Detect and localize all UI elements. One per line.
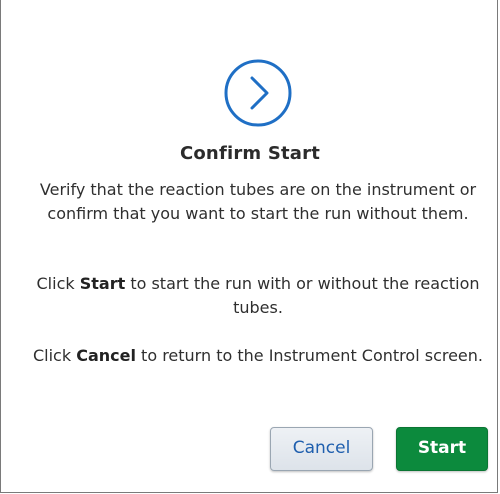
confirm-start-dialog: Confirm Start Verify that the reaction t…: [0, 0, 498, 493]
cancel-instruction: Click Cancel to return to the Instrument…: [21, 344, 495, 368]
dialog-title: Confirm Start: [179, 143, 321, 164]
chevron-right-circle-icon: [223, 58, 293, 128]
start-instruction-prefix: Click: [36, 274, 80, 293]
cancel-instruction-bold: Cancel: [76, 346, 136, 365]
start-button[interactable]: Start: [396, 427, 488, 471]
start-instruction-bold: Start: [79, 274, 126, 293]
start-instruction-suffix: to start the run with or without the rea…: [125, 274, 480, 317]
cancel-instruction-prefix: Click: [32, 346, 77, 365]
cancel-instruction-suffix: to return to the Instrument Control scre…: [135, 346, 483, 365]
start-instruction: Click Start to start the run with or wit…: [21, 272, 495, 319]
verify-message: Verify that the reaction tubes are on th…: [39, 180, 477, 223]
cancel-button[interactable]: Cancel: [270, 427, 373, 471]
